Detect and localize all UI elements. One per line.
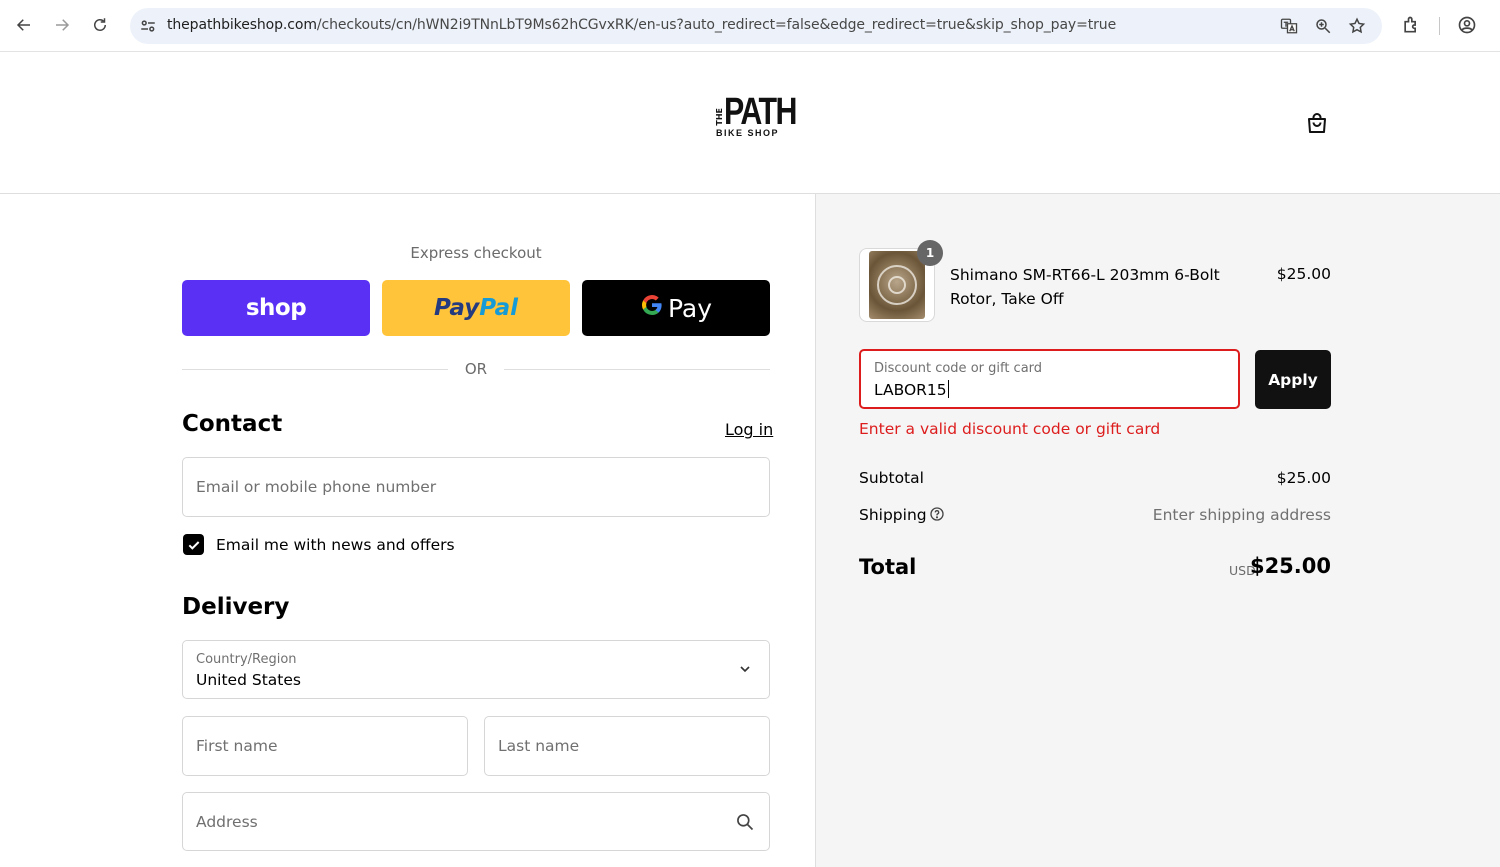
last-name-placeholder: Last name bbox=[498, 737, 580, 755]
discount-label: Discount code or gift card bbox=[874, 361, 1043, 376]
discount-value-text: LABOR15 bbox=[874, 381, 947, 399]
back-icon[interactable] bbox=[11, 12, 37, 38]
paypal-label-part1: Pay bbox=[434, 295, 480, 321]
site-info-icon[interactable] bbox=[138, 16, 158, 36]
store-logo[interactable]: THE PATH BIKE SHOP bbox=[714, 91, 797, 141]
search-icon bbox=[737, 814, 754, 831]
shop-pay-button[interactable]: shop bbox=[182, 280, 370, 336]
address-placeholder: Address bbox=[196, 813, 258, 831]
url-text: thepathbikeshop.com/checkouts/cn/hWN2i9T… bbox=[167, 17, 1116, 33]
browser-toolbar: thepathbikeshop.com/checkouts/cn/hWN2i9T… bbox=[0, 0, 1500, 52]
delivery-heading: Delivery bbox=[182, 594, 290, 620]
apply-button[interactable]: Apply bbox=[1255, 350, 1331, 409]
discount-code-field[interactable]: Discount code or gift card LABOR15 bbox=[859, 349, 1240, 409]
bookmark-star-icon[interactable] bbox=[1347, 16, 1367, 36]
address-bar[interactable]: thepathbikeshop.com/checkouts/cn/hWN2i9T… bbox=[130, 8, 1382, 44]
translate-icon[interactable] bbox=[1279, 16, 1299, 36]
country-value: United States bbox=[196, 671, 301, 689]
product-price: $25.00 bbox=[1276, 265, 1331, 283]
logo-sub-text: BIKE SHOP bbox=[716, 128, 780, 138]
express-checkout-label: Express checkout bbox=[410, 244, 542, 262]
email-placeholder: Email or mobile phone number bbox=[196, 478, 437, 496]
log-in-link[interactable]: Log in bbox=[725, 420, 773, 439]
country-select[interactable]: Country/Region United States bbox=[182, 640, 770, 699]
address-field[interactable]: Address bbox=[182, 792, 770, 851]
product-name: Shimano SM-RT66-L 203mm 6-Bolt Rotor, Ta… bbox=[950, 266, 1220, 308]
subtotal-label: Subtotal bbox=[859, 469, 924, 487]
extensions-icon[interactable] bbox=[1400, 14, 1422, 36]
quantity-badge: 1 bbox=[917, 240, 943, 266]
checkmark-icon bbox=[188, 540, 199, 550]
first-name-field[interactable]: First name bbox=[182, 716, 468, 776]
google-pay-label: Pay bbox=[667, 293, 713, 323]
question-circle-icon[interactable] bbox=[929, 506, 945, 522]
subtotal-value: $25.00 bbox=[1276, 469, 1331, 487]
or-divider: OR bbox=[182, 360, 770, 380]
discount-error-message: Enter a valid discount code or gift card bbox=[859, 420, 1161, 438]
chevron-down-icon bbox=[740, 666, 750, 673]
toolbar-divider bbox=[1439, 17, 1440, 35]
site-header: THE PATH BIKE SHOP bbox=[0, 52, 1500, 194]
text-caret bbox=[947, 380, 949, 398]
contact-heading: Contact bbox=[182, 411, 283, 437]
forward-icon[interactable] bbox=[49, 12, 75, 38]
url-path: /checkouts/cn/hWN2i9TNnLbT9Ms62hCGvxRK/e… bbox=[316, 17, 1117, 33]
reload-icon[interactable] bbox=[87, 12, 113, 38]
product-image bbox=[869, 251, 925, 319]
divider-line-right bbox=[504, 369, 770, 370]
paypal-label-part2: Pal bbox=[479, 295, 518, 321]
newsletter-checkbox[interactable] bbox=[183, 534, 204, 555]
first-name-placeholder: First name bbox=[196, 737, 278, 755]
shipping-label: Shipping bbox=[859, 506, 927, 524]
country-label: Country/Region bbox=[196, 652, 297, 667]
total-value: $25.00 bbox=[1249, 554, 1331, 578]
shipping-value: Enter shipping address bbox=[1152, 506, 1331, 524]
newsletter-label: Email me with news and offers bbox=[216, 536, 455, 554]
zoom-icon[interactable] bbox=[1313, 16, 1333, 36]
google-g-icon bbox=[640, 292, 664, 324]
discount-value: LABOR15 bbox=[874, 380, 949, 399]
logo-the-text: THE bbox=[715, 108, 724, 126]
profile-icon[interactable] bbox=[1456, 14, 1478, 36]
last-name-field[interactable]: Last name bbox=[484, 716, 770, 776]
shopping-bag-icon[interactable] bbox=[1303, 108, 1331, 138]
url-host: thepathbikeshop.com bbox=[167, 17, 317, 33]
total-label: Total bbox=[859, 555, 917, 579]
email-field[interactable]: Email or mobile phone number bbox=[182, 457, 770, 517]
paypal-button[interactable]: Pay Pal bbox=[382, 280, 570, 336]
google-pay-button[interactable]: Pay bbox=[582, 280, 770, 336]
rotor-inner-ring bbox=[888, 276, 906, 294]
shop-pay-label: shop bbox=[245, 295, 307, 321]
